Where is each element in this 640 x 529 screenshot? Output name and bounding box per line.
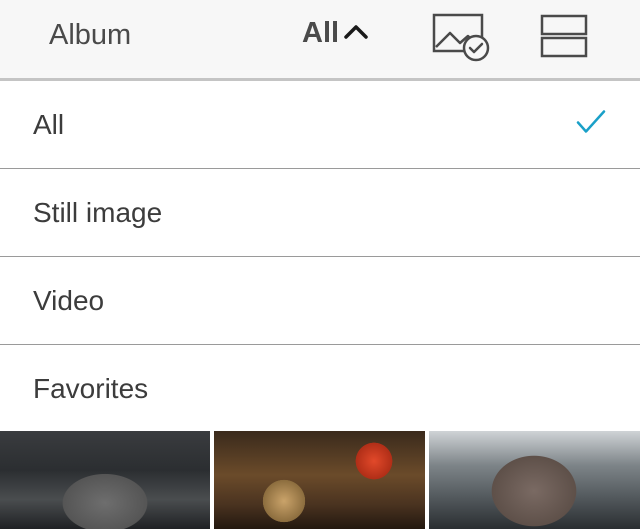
- photo-thumbnail[interactable]: [0, 431, 210, 529]
- chevron-up-icon: [343, 22, 369, 45]
- select-images-button[interactable]: [432, 13, 490, 63]
- image-select-icon: [432, 13, 490, 67]
- filter-dropdown-toggle[interactable]: All: [302, 17, 369, 50]
- menu-item-still-image[interactable]: Still image: [0, 169, 640, 257]
- app-header: Album All: [0, 0, 640, 81]
- layout-rows-icon: [540, 14, 588, 62]
- thumbnail-grid: [0, 431, 640, 529]
- filter-menu: All Still image Video Favorites: [0, 81, 640, 433]
- menu-item-label: Video: [33, 284, 105, 316]
- menu-item-label: Favorites: [33, 373, 149, 404]
- menu-item-video[interactable]: Video: [0, 257, 640, 345]
- menu-item-label: Still image: [33, 196, 163, 228]
- checkmark-icon: [575, 108, 607, 141]
- menu-item-all[interactable]: All: [0, 81, 640, 169]
- layout-toggle-button[interactable]: [540, 14, 588, 58]
- photo-thumbnail[interactable]: [214, 431, 425, 529]
- menu-item-label: All: [33, 108, 65, 140]
- filter-label: All: [302, 17, 340, 49]
- photo-thumbnail[interactable]: [429, 431, 640, 529]
- page-title: Album: [49, 19, 132, 51]
- menu-item-favorites[interactable]: Favorites: [0, 345, 640, 433]
